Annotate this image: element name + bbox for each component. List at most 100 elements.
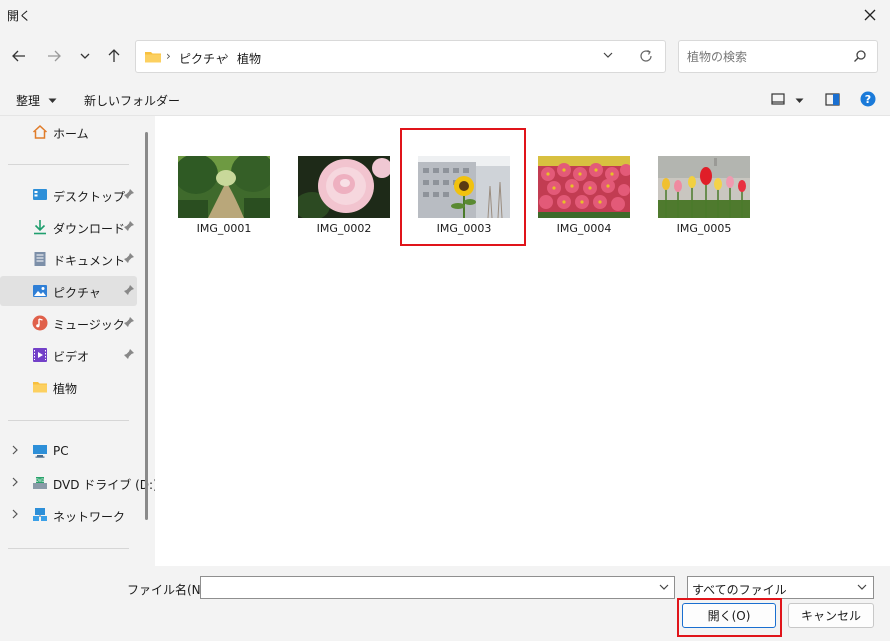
network-icon: [33, 508, 47, 521]
refresh-button[interactable]: [638, 48, 654, 67]
refresh-icon: [640, 49, 652, 62]
chevron-down-icon: [857, 584, 867, 590]
arrow-right-icon: [48, 50, 61, 62]
svg-text:?: ?: [865, 93, 871, 106]
sidebar-item-home[interactable]: ホーム: [0, 117, 137, 147]
sidebar-item-videos[interactable]: ビデオ: [0, 340, 137, 370]
organize-label: 整理: [16, 94, 41, 108]
folder-icon: [33, 382, 47, 393]
sidebar-item-label: ネットワーク: [53, 510, 126, 524]
file-name: IMG_0004: [556, 222, 612, 235]
folder-icon: [145, 52, 161, 63]
arrow-left-icon: [12, 50, 25, 62]
chevron-down-icon: [659, 584, 669, 590]
breadcrumb-separator: ›: [224, 49, 229, 63]
file-name: IMG_0001: [196, 222, 252, 235]
address-dropdown[interactable]: [602, 49, 614, 64]
caret-down-icon: [48, 98, 57, 103]
sidebar-scrollbar[interactable]: [145, 132, 148, 520]
preview-pane-button[interactable]: [825, 93, 840, 109]
breadcrumb-pictures[interactable]: ピクチャ: [179, 50, 227, 67]
pin-icon: [124, 349, 134, 359]
sidebar-divider: [8, 420, 129, 421]
music-icon: [32, 315, 48, 331]
command-bar: 整理 新しいフォルダー ?: [0, 84, 890, 116]
thumbnail: [298, 156, 390, 218]
sidebar-item-pc[interactable]: PC: [0, 436, 137, 466]
open-button-highlight: [677, 598, 782, 637]
help-icon: ?: [860, 91, 876, 107]
breadcrumb-plants[interactable]: 植物: [237, 50, 261, 67]
filename-combobox[interactable]: [200, 576, 675, 599]
search-icon: [854, 50, 866, 62]
cancel-button[interactable]: キャンセル: [788, 603, 874, 628]
sidebar-item-downloads[interactable]: ダウンロード: [0, 212, 137, 242]
view-button[interactable]: [771, 93, 785, 108]
pin-icon: [124, 221, 134, 231]
title-bar: 開く: [0, 0, 890, 30]
file-type-dropdown[interactable]: [856, 581, 868, 596]
thumbnail: [658, 156, 750, 218]
sidebar-item-documents[interactable]: ドキュメント: [0, 244, 137, 274]
back-button[interactable]: [7, 44, 31, 68]
help-button[interactable]: ?: [860, 91, 876, 110]
home-icon: [32, 124, 48, 139]
sidebar-item-label: ミュージック: [53, 318, 125, 332]
sidebar-divider: [8, 548, 129, 549]
address-bar[interactable]: › ピクチャ › 植物: [135, 40, 666, 73]
window-title: 開く: [7, 9, 32, 23]
thumbnail: [178, 156, 270, 218]
pin-icon: [124, 189, 134, 199]
search-box[interactable]: [678, 40, 878, 73]
filename-label: ファイル名(N):: [127, 583, 210, 597]
chevron-right-icon: [12, 509, 18, 519]
sidebar-item-plants[interactable]: 植物: [0, 372, 137, 402]
download-icon: [34, 220, 46, 235]
sidebar-item-label: ドキュメント: [53, 254, 126, 268]
svg-text:DVD: DVD: [36, 478, 45, 483]
pin-icon: [124, 253, 134, 263]
pc-icon: [33, 445, 47, 458]
sidebar-item-dvd-drive[interactable]: DVD DVD ドライブ (D:): [0, 468, 158, 498]
arrow-up-icon: [108, 49, 120, 62]
navigation-bar: › ピクチャ › 植物: [0, 30, 890, 84]
sidebar-item-label: DVD ドライブ (D:): [53, 478, 158, 492]
sidebar-item-label: ピクチャ: [53, 286, 101, 300]
thumbnail: [538, 156, 630, 218]
sidebar-item-desktop[interactable]: デスクトップ: [0, 180, 137, 210]
recent-locations-button[interactable]: [73, 44, 97, 68]
file-type-select[interactable]: すべてのファイル: [687, 576, 874, 599]
sidebar-item-network[interactable]: ネットワーク: [0, 500, 137, 530]
selection-highlight: [400, 128, 526, 246]
breadcrumb-separator: ›: [166, 49, 171, 63]
video-icon: [33, 348, 47, 362]
pictures-icon: [33, 285, 47, 297]
up-button[interactable]: [102, 44, 126, 68]
search-input[interactable]: [687, 48, 847, 66]
pin-icon: [124, 285, 134, 295]
forward-button[interactable]: [42, 44, 66, 68]
view-options-button[interactable]: [795, 94, 804, 108]
file-name: IMG_0005: [676, 222, 732, 235]
filename-input[interactable]: [205, 580, 645, 596]
desktop-icon: [33, 189, 47, 200]
sidebar-item-music[interactable]: ミュージック: [0, 308, 137, 338]
sidebar-divider: [8, 164, 129, 165]
sidebar-item-label: ビデオ: [53, 350, 90, 364]
sidebar-item-label: PC: [53, 444, 69, 458]
sidebar-item-label: 植物: [53, 382, 78, 396]
sidebar-item-label: ホーム: [53, 127, 89, 141]
chevron-down-icon: [603, 52, 613, 58]
file-dialog-footer: ファイル名(N): すべてのファイル 開く(O) キャンセル: [0, 566, 890, 641]
close-icon: [864, 9, 876, 21]
document-icon: [34, 252, 46, 266]
caret-down-icon: [795, 98, 804, 103]
sidebar-item-pictures[interactable]: ピクチャ: [0, 276, 137, 306]
filename-history-dropdown[interactable]: [658, 581, 670, 596]
view-icon: [771, 93, 785, 105]
chevron-right-icon: [12, 445, 18, 455]
chevron-down-icon: [80, 53, 90, 59]
new-folder-button[interactable]: 新しいフォルダー: [84, 92, 180, 109]
organize-button[interactable]: 整理: [16, 92, 57, 109]
close-button[interactable]: [858, 3, 882, 27]
